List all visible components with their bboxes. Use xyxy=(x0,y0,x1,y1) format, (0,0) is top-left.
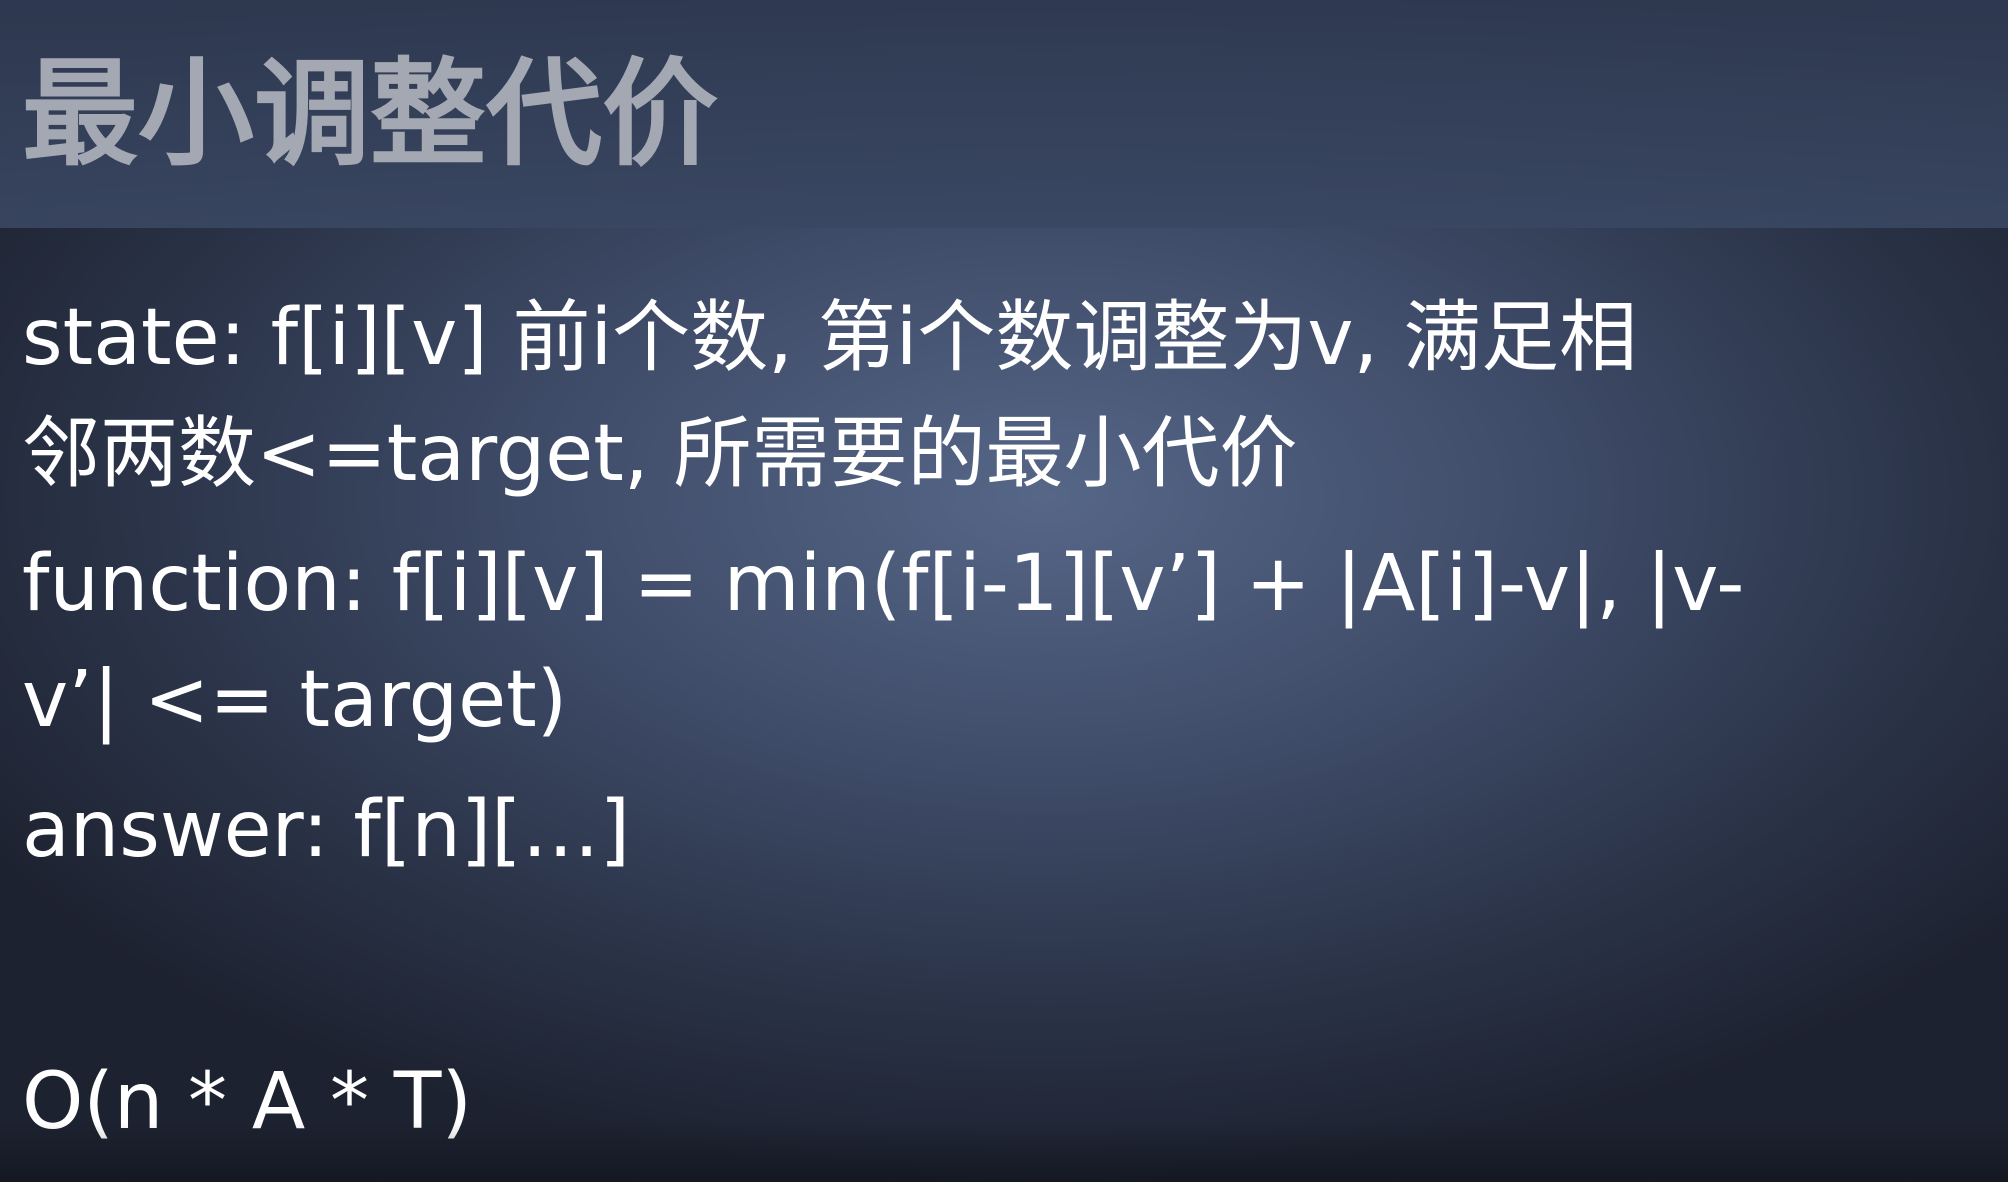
state-line-1: state: f[i][v] 前i个数, 第i个数调整为v, 满足相 xyxy=(22,293,1638,383)
function-line-1: function: f[i][v] = min(f[i-1][v’] + |A[… xyxy=(22,539,1745,629)
slide-title: 最小调整代价 xyxy=(22,47,718,182)
bottom-band xyxy=(0,1122,2008,1182)
answer-line: answer: f[n][…] xyxy=(22,785,631,875)
state-line-2: 邻两数<=target, 所需要的最小代价 xyxy=(22,409,1298,499)
slide-body: state: f[i][v] 前i个数, 第i个数调整为v, 满足相 邻两数<=… xyxy=(22,280,1982,1160)
function-line-2: v’| <= target) xyxy=(22,655,568,745)
